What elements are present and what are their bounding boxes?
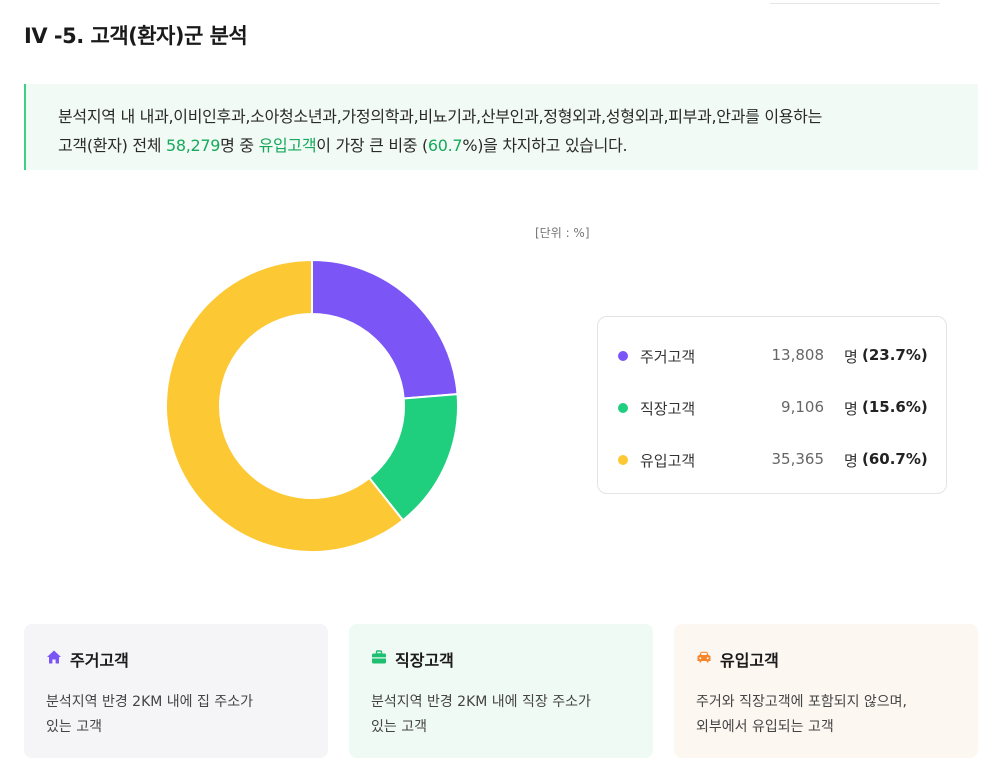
legend-dot	[618, 455, 628, 465]
slice-residential	[311, 258, 459, 400]
card-inflow: 유입고객 주거와 직장고객에 포함되지 않으며, 외부에서 유입되는 고객	[674, 624, 978, 758]
legend-row-residential: 주거고객 13,808 명 (23.7%)	[598, 344, 946, 368]
donut-chart	[165, 258, 459, 553]
top-divider	[770, 0, 940, 4]
legend-name: 주거고객	[640, 348, 696, 366]
legend-dot	[618, 403, 628, 413]
card-title: 직장고객	[395, 651, 454, 670]
legend-row-workplace: 직장고객 9,106 명 (15.6%)	[598, 396, 946, 420]
summary-line-2: 고객(환자) 전체 58,279명 중 유입고객이 가장 큰 비중 (60.7%…	[58, 136, 628, 155]
page-title: IV -5. 고객(환자)군 분석	[24, 24, 248, 48]
legend-count: 13,808	[771, 346, 825, 364]
top-group: 유입고객	[258, 136, 317, 155]
card-description: 분석지역 반경 2KM 내에 직장 주소가 있는 고객	[371, 694, 591, 735]
summary-box: 분석지역 내 내과,이비인후과,소아청소년과,가정의학과,비뇨기과,산부인과,정…	[24, 84, 978, 170]
legend-unit: 명	[844, 452, 858, 470]
unit-label: [단위 : %]	[535, 226, 590, 240]
top-pct: 60.7	[427, 136, 463, 155]
legend-pct: (23.7%)	[862, 346, 928, 364]
legend-row-inflow: 유입고객 35,365 명 (60.7%)	[598, 448, 946, 472]
legend-unit: 명	[844, 400, 858, 418]
briefcase-icon	[372, 650, 386, 664]
home-icon	[47, 650, 61, 664]
card-workplace: 직장고객 분석지역 반경 2KM 내에 직장 주소가 있는 고객	[349, 624, 653, 758]
legend-name: 유입고객	[640, 452, 696, 470]
card-title: 주거고객	[70, 651, 129, 670]
card-residential: 주거고객 분석지역 반경 2KM 내에 집 주소가 있는 고객	[24, 624, 328, 758]
car-icon	[697, 651, 711, 663]
summary-line-1: 분석지역 내 내과,이비인후과,소아청소년과,가정의학과,비뇨기과,산부인과,정…	[58, 107, 823, 126]
card-description: 주거와 직장고객에 포함되지 않으며, 외부에서 유입되는 고객	[696, 694, 907, 735]
legend-count: 9,106	[781, 398, 824, 416]
total-count: 58,279	[165, 136, 221, 155]
legend-name: 직장고객	[640, 400, 696, 418]
card-description: 분석지역 반경 2KM 내에 집 주소가 있는 고객	[46, 694, 253, 735]
card-title: 유입고객	[720, 651, 779, 670]
legend-box: 주거고객 13,808 명 (23.7%) 직장고객 9,106 명 (15.6…	[597, 316, 947, 494]
legend-unit: 명	[844, 348, 858, 366]
legend-pct: (15.6%)	[862, 398, 928, 416]
legend-dot	[618, 351, 628, 361]
legend-pct: (60.7%)	[862, 450, 928, 468]
legend-count: 35,365	[771, 450, 825, 468]
